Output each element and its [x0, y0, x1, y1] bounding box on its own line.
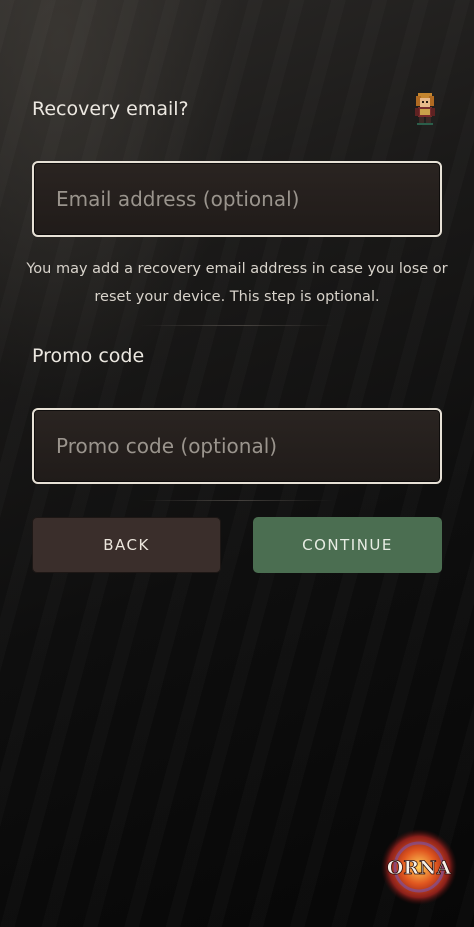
divider	[140, 325, 334, 326]
back-button[interactable]: BACK	[32, 517, 221, 573]
divider	[140, 500, 334, 501]
email-input[interactable]	[34, 163, 440, 235]
continue-button[interactable]: CONTINUE	[253, 517, 442, 573]
recovery-help-text: You may add a recovery email address in …	[26, 261, 448, 305]
promo-code-input[interactable]	[34, 410, 440, 482]
character-avatar-icon[interactable]	[409, 90, 441, 126]
promo-code-field[interactable]	[32, 408, 442, 484]
promo-code-heading: Promo code	[32, 345, 145, 367]
email-field[interactable]	[32, 161, 442, 237]
recovery-email-heading: Recovery email?	[32, 98, 189, 120]
orna-logo-text: ORNA	[387, 857, 452, 879]
orna-logo-icon: ORNA	[381, 829, 457, 905]
